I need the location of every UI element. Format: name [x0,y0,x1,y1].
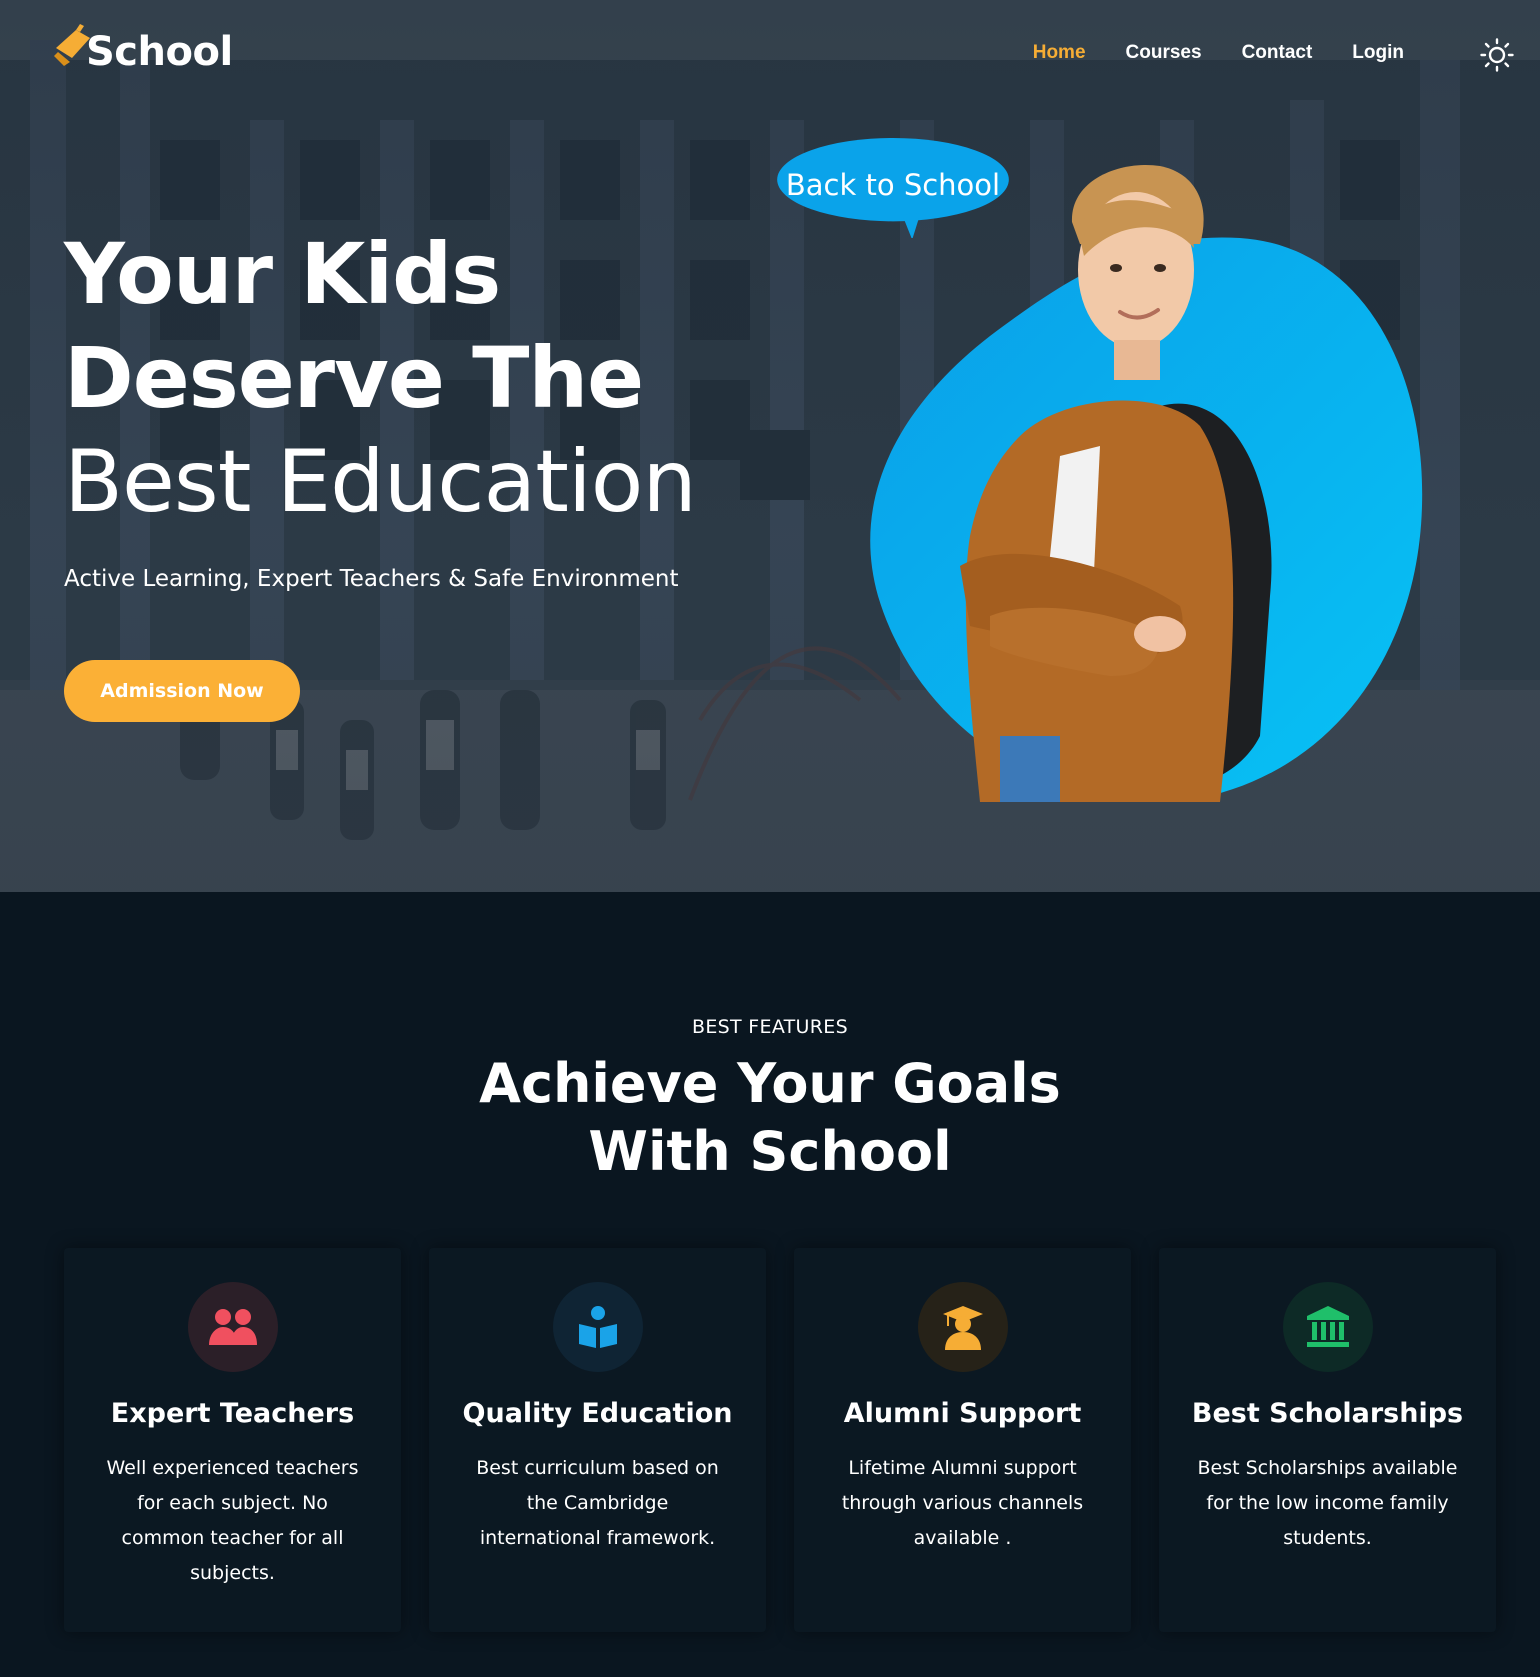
feature-card-expert-teachers: Expert Teachers Well experienced teacher… [64,1248,401,1632]
logo-text: School [86,29,233,75]
hero-subtitle: Active Learning, Expert Teachers & Safe … [64,566,679,592]
nav-home[interactable]: Home [1033,42,1086,64]
main-nav: Home Courses Contact Login [1033,42,1404,64]
hero-title: Your Kids Deserve The Best Education [64,222,697,534]
icon-circle [917,1282,1008,1372]
feature-card-quality-education: Quality Education Best curriculum based … [429,1248,766,1632]
feature-card-desc: Best Scholarships available for the low … [1197,1457,1458,1549]
feature-card-title: Quality Education [462,1398,733,1429]
features-eyebrow: BEST FEATURES [692,1016,848,1038]
hero-title-line-2: Deserve The [64,329,644,427]
feature-cards: Expert Teachers Well experienced teacher… [64,1248,1496,1632]
logo[interactable]: School [50,18,233,74]
nav-login[interactable]: Login [1352,42,1404,64]
icon-circle [552,1282,643,1372]
nav-contact[interactable]: Contact [1242,42,1313,64]
graduate-icon [942,1306,983,1350]
hero-section: School Home Courses Contact Login Your K… [0,0,1540,892]
feature-card-title: Alumni Support [843,1398,1082,1429]
student-head [1071,164,1204,380]
back-to-school-text: Back to School [785,168,1001,202]
feature-card-alumni-support: Alumni Support Lifetime Alumni support t… [794,1248,1131,1632]
feature-card-best-scholarships: Best Scholarships Best Scholarships avai… [1159,1248,1496,1632]
admission-now-button[interactable]: Admission Now [64,660,300,722]
features-title-line-2: With School [588,1120,952,1183]
features-title: Achieve Your Goals With School [0,1050,1540,1186]
hero-title-line-1: Your Kids [64,225,501,323]
feature-card-desc: Well experienced teachers for each subje… [106,1457,359,1584]
hero-title-line-3: Best Education [64,432,697,532]
university-icon [1306,1306,1349,1347]
users-icon [208,1309,257,1345]
feature-card-desc: Lifetime Alumni support through various … [841,1457,1084,1549]
feature-card-title: Expert Teachers [110,1398,355,1429]
book-reader-icon [578,1306,617,1348]
nav-courses[interactable]: Courses [1126,42,1202,64]
feature-card-title: Best Scholarships [1191,1398,1464,1429]
features-section: BEST FEATURES Achieve Your Goals With Sc… [0,892,1540,1677]
graduation-cap-icon [54,24,90,66]
feature-card-desc: Best curriculum based on the Cambridge i… [476,1457,719,1549]
icon-circle [1282,1282,1373,1372]
icon-circle [187,1282,278,1372]
sun-icon[interactable] [1480,38,1514,72]
features-title-line-1: Achieve Your Goals [479,1052,1061,1115]
